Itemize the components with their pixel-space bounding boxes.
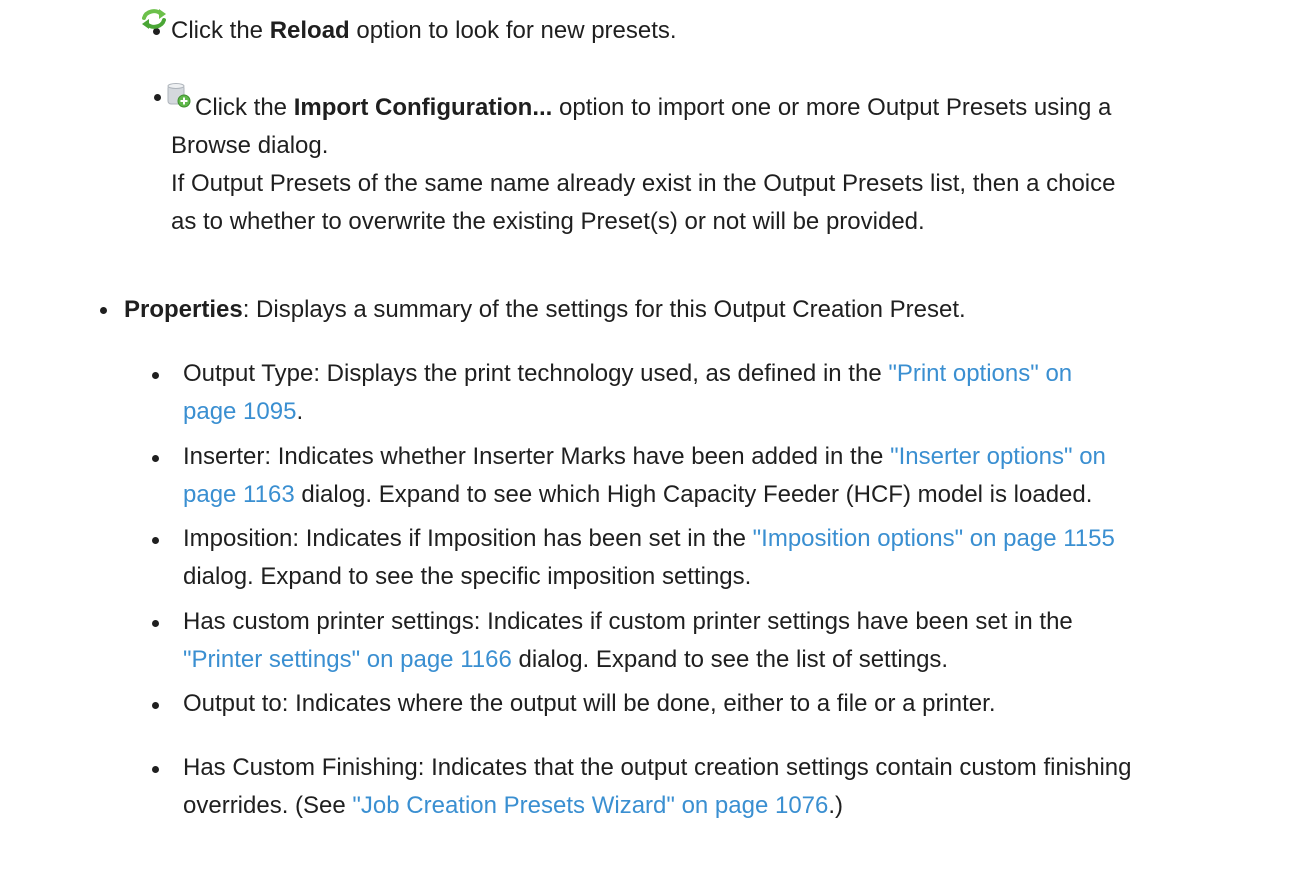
output-to-text: Output to: Indicates where the output wi… — [183, 690, 996, 717]
printer-settings-link[interactable]: "Printer settings" on page 1166 — [183, 646, 512, 673]
imposition-line-2: dialog. Expand to see the specific impos… — [183, 563, 752, 590]
imposition-paragraph: Imposition: Indicates if Imposition has … — [183, 520, 1283, 596]
bullet-output-type — [152, 372, 159, 379]
import-line-4: as to whether to overwrite the existing … — [171, 208, 925, 235]
import-line-1: Click the Import Configuration... option… — [195, 89, 1283, 127]
custom-printer-end: dialog. Expand to see the list of settin… — [511, 646, 949, 673]
inserter-end: dialog. Expand to see which High Capacit… — [294, 481, 1093, 508]
output-type-end: . — [296, 398, 304, 425]
bullet-properties — [100, 307, 107, 314]
import-post: option to import one or more Output Pres… — [552, 94, 1112, 121]
bullet-output-to — [152, 702, 159, 709]
reload-paragraph: Click the Reload option to look for new … — [171, 12, 677, 50]
inserter-paragraph: Inserter: Indicates whether Inserter Mar… — [183, 438, 1283, 514]
bullet-custom-finishing — [152, 766, 159, 773]
output-type-text: Output Type: Displays the print technolo… — [183, 360, 889, 387]
inserter-options-link[interactable]: "Inserter options" on — [890, 443, 1106, 470]
job-creation-presets-wizard-link[interactable]: "Job Creation Presets Wizard" on page 10… — [352, 792, 828, 819]
reload-pre: Click the — [171, 17, 270, 44]
imposition-options-link[interactable]: "Imposition options" on page 1155 — [753, 525, 1115, 552]
custom-finishing-line-2: overrides. (See "Job Creation Presets Wi… — [183, 787, 1293, 825]
imposition-line-1: Imposition: Indicates if Imposition has … — [183, 520, 1283, 558]
output-type-paragraph: Output Type: Displays the print technolo… — [183, 355, 1283, 431]
print-options-page-link[interactable]: page 1095 — [183, 398, 296, 425]
output-type-line-2: page 1095. — [183, 393, 1283, 431]
inserter-text: Inserter: Indicates whether Inserter Mar… — [183, 443, 891, 470]
inserter-line-2: page 1163 dialog. Expand to see which Hi… — [183, 476, 1283, 514]
inserter-line-1: Inserter: Indicates whether Inserter Mar… — [183, 438, 1283, 476]
custom-finishing-pre: overrides. (See — [183, 792, 353, 819]
properties-paragraph: Properties: Displays a summary of the se… — [124, 291, 966, 329]
import-line-2: Browse dialog. — [171, 132, 329, 159]
reload-post: option to look for new presets. — [349, 17, 677, 44]
custom-finishing-paragraph: Has Custom Finishing: Indicates that the… — [183, 749, 1293, 825]
bullet-custom-printer — [152, 620, 159, 627]
print-options-link[interactable]: "Print options" on — [888, 360, 1072, 387]
import-configuration-paragraph: Click the Import Configuration... option… — [171, 89, 1283, 241]
properties-heading: Properties — [124, 296, 243, 323]
custom-printer-line-1: Has custom printer settings: Indicates i… — [183, 608, 1073, 635]
bullet-imposition — [152, 537, 159, 544]
reload-option-name: Reload — [269, 17, 350, 44]
bullet-inserter — [152, 455, 159, 462]
custom-finishing-line-1: Has Custom Finishing: Indicates that the… — [183, 754, 1132, 781]
inserter-options-page-link[interactable]: page 1163 — [183, 481, 295, 508]
import-pre: Click the — [195, 94, 294, 121]
import-line-3: If Output Presets of the same name alrea… — [171, 170, 1116, 197]
bullet-import-configuration — [154, 94, 161, 101]
output-to-paragraph: Output to: Indicates where the output wi… — [183, 685, 995, 723]
output-type-line-1: Output Type: Displays the print technolo… — [183, 355, 1283, 393]
reload-icon — [140, 4, 168, 29]
properties-description: : Displays a summary of the settings for… — [242, 296, 966, 323]
custom-finishing-end: .) — [828, 792, 844, 819]
imposition-text: Imposition: Indicates if Imposition has … — [183, 525, 753, 552]
import-option-name: Import Configuration... — [293, 94, 553, 121]
custom-printer-line-2: "Printer settings" on page 1166 dialog. … — [183, 641, 1283, 679]
custom-printer-paragraph: Has custom printer settings: Indicates i… — [183, 603, 1283, 679]
